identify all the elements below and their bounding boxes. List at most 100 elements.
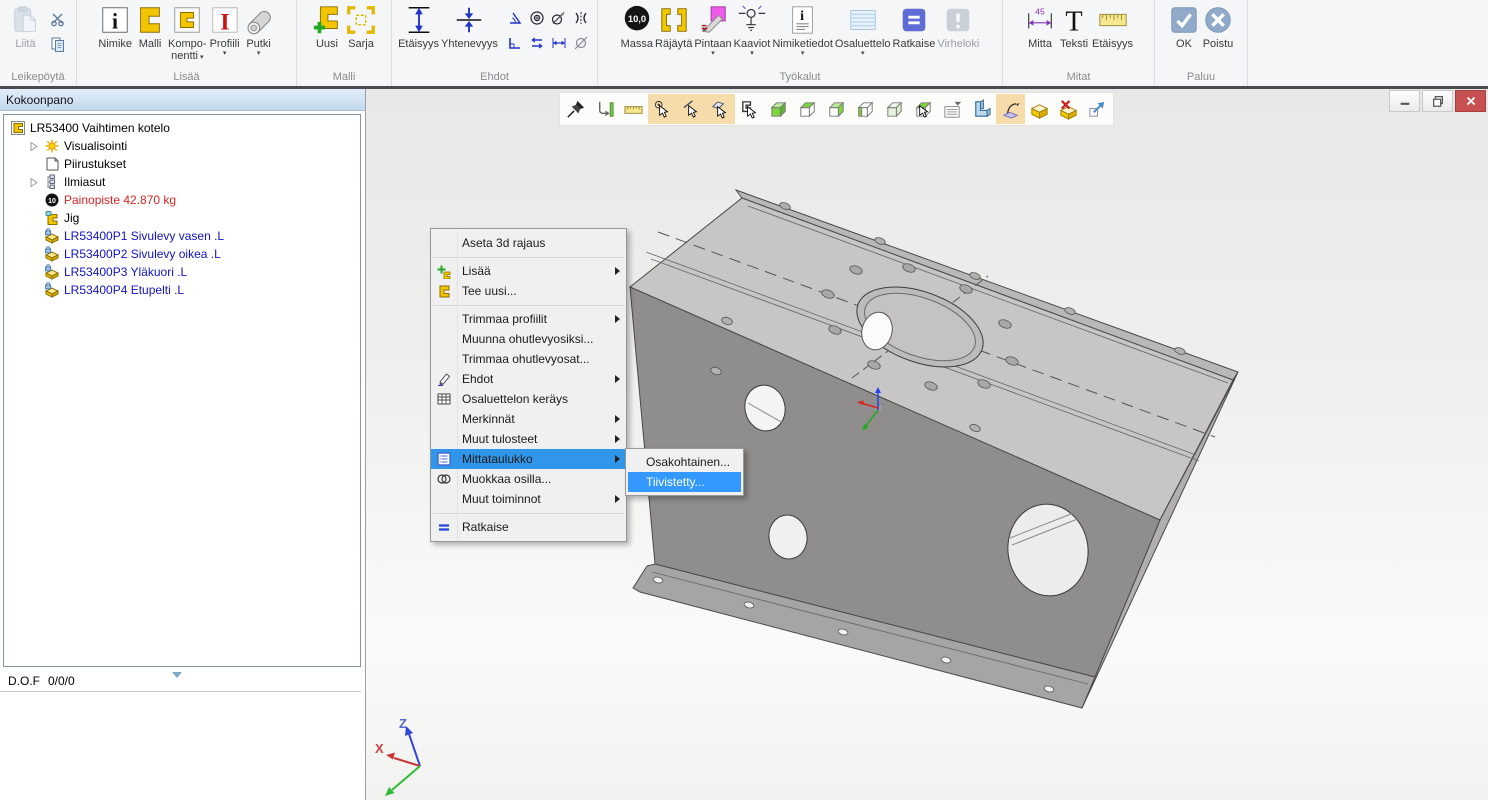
tree-item-lr53400p2-sivulevy-oikea-l[interactable]: LR53400P2 Sivulevy oikea .L bbox=[4, 245, 360, 263]
menu-item-label: Merkinnät bbox=[462, 412, 515, 426]
toolbar-profile-button[interactable] bbox=[967, 94, 996, 124]
tree-item-visualisointi[interactable]: Visualisointi bbox=[4, 137, 360, 155]
menu-item-trimmaa-profiilit[interactable]: Trimmaa profiilit bbox=[431, 309, 626, 329]
ribbon-button-cond-angle-icon[interactable] bbox=[507, 10, 523, 31]
menu-item-merkinn-t[interactable]: Merkinnät bbox=[431, 409, 626, 429]
ribbon-button-et-isyys[interactable]: Etäisyys bbox=[1091, 3, 1134, 51]
dimension-icon: 45 bbox=[1024, 4, 1056, 36]
ribbon-button-cond-symmetry-icon[interactable] bbox=[573, 10, 589, 31]
tree-item-lr53400-vaihtimen-kotelo[interactable]: LR53400 Vaihtimen kotelo bbox=[4, 119, 360, 137]
toolbar-measure-button[interactable] bbox=[619, 94, 648, 124]
menu-item-muut-tulosteet[interactable]: Muut tulosteet bbox=[431, 429, 626, 449]
ruler-icon bbox=[1097, 4, 1129, 36]
tree-item-jig[interactable]: Jig bbox=[4, 209, 360, 227]
ribbon-button-putki[interactable]: Putki▾ bbox=[242, 3, 276, 58]
ribbon-button-pintaan[interactable]: Pintaan▾ bbox=[693, 3, 732, 58]
ribbon-button-massa[interactable]: 10,0Massa bbox=[620, 3, 654, 51]
ribbon-button-poistu[interactable]: Poistu bbox=[1201, 3, 1235, 51]
ribbon-button-et-isyys[interactable]: Etäisyys bbox=[397, 3, 440, 51]
toolbar-select-point-button[interactable] bbox=[648, 94, 677, 124]
toolbar-select-component-button[interactable] bbox=[735, 94, 764, 124]
menu-item-tee-uusi[interactable]: Tee uusi... bbox=[431, 281, 626, 301]
toolbar-drag-handle-button[interactable] bbox=[590, 94, 619, 124]
ribbon-button-cond-free-icon[interactable] bbox=[573, 35, 589, 56]
toolbar-view-cube-left-button[interactable] bbox=[851, 94, 880, 124]
ribbon-button-cond-parallel-icon[interactable] bbox=[529, 35, 545, 56]
ribbon-button-kaaviot[interactable]: Kaaviot▾ bbox=[733, 3, 772, 58]
view-cube-shaded-icon bbox=[884, 99, 905, 120]
submenu-item-osakohtainen[interactable]: Osakohtainen... bbox=[628, 452, 741, 472]
close-button[interactable] bbox=[1455, 90, 1486, 112]
restore-button[interactable] bbox=[1422, 90, 1453, 112]
menu-item-ratkaise[interactable]: Ratkaise bbox=[431, 517, 626, 537]
assembly-icon bbox=[10, 120, 26, 136]
toolbar-view-cube-solid-button[interactable] bbox=[764, 94, 793, 124]
submenu-arrow-icon bbox=[615, 375, 620, 383]
ribbon-button-copy[interactable] bbox=[48, 35, 68, 53]
ribbon-button-cond-concentric-icon[interactable] bbox=[529, 10, 545, 31]
toolbar-export-button[interactable] bbox=[1083, 94, 1112, 124]
ribbon-button-malli[interactable]: Malli bbox=[133, 3, 167, 51]
menu-item-mittataulukko[interactable]: Mittataulukko bbox=[431, 449, 626, 469]
submenu-item-tiivistetty[interactable]: Tiivistetty... bbox=[628, 472, 741, 492]
toolbar-sheet-box-button[interactable] bbox=[1025, 94, 1054, 124]
minimize-button[interactable] bbox=[1389, 90, 1420, 112]
ribbon-button-osaluettelo[interactable]: Osaluettelo▾ bbox=[834, 3, 892, 58]
context-submenu: Osakohtainen...Tiivistetty... bbox=[625, 448, 744, 496]
expand-arrow-icon[interactable] bbox=[27, 178, 40, 187]
svg-text:T: T bbox=[1065, 6, 1082, 36]
ribbon-button-nimiketiedot[interactable]: iNimiketiedot▾ bbox=[771, 3, 834, 58]
submenu-arrow-icon bbox=[615, 435, 620, 443]
dof-statusbar: D.O.F0/0/0 bbox=[0, 670, 361, 692]
ribbon-button-mitta[interactable]: 45Mitta bbox=[1023, 3, 1057, 51]
toolbar-view-cube-shaded-button[interactable] bbox=[880, 94, 909, 124]
toolbar-pin-button[interactable] bbox=[561, 94, 590, 124]
menu-item-muut-toiminnot[interactable]: Muut toiminnot bbox=[431, 489, 626, 509]
tree-item-lr53400p1-sivulevy-vasen-l[interactable]: LR53400P1 Sivulevy vasen .L bbox=[4, 227, 360, 245]
ribbon-button-cut[interactable] bbox=[48, 10, 68, 28]
menu-item-ehdot[interactable]: Ehdot bbox=[431, 369, 626, 389]
select-edge-icon bbox=[681, 99, 702, 120]
menu-item-trimmaa-ohutlevyosat[interactable]: Trimmaa ohutlevyosat... bbox=[431, 349, 626, 369]
toolbar-select-face-button[interactable] bbox=[706, 94, 735, 124]
ribbon-button-kompo-nentti[interactable]: Kompo- nentti▾ bbox=[167, 3, 208, 65]
ribbon-button-cond-distance-icon[interactable] bbox=[551, 35, 567, 56]
toolbar-sheet-box-delete-button[interactable] bbox=[1054, 94, 1083, 124]
ribbon-button-teksti[interactable]: TTeksti bbox=[1057, 3, 1091, 51]
ribbon-button-nimike[interactable]: iNimike bbox=[97, 3, 133, 51]
expand-arrow-icon[interactable] bbox=[27, 142, 40, 151]
exit-icon bbox=[1202, 4, 1234, 36]
ribbon-button-yhtenevyys[interactable]: Yhtenevyys bbox=[440, 3, 499, 51]
ribbon-button-ratkaise[interactable]: Ratkaise bbox=[892, 3, 937, 51]
toolbar-list-dropdown-button[interactable] bbox=[938, 94, 967, 124]
ribbon-button-cond-tangent-icon[interactable] bbox=[551, 10, 567, 31]
tree-item-piirustukset[interactable]: Piirustukset bbox=[4, 155, 360, 173]
toolbar-sheet-bend-button[interactable] bbox=[996, 94, 1025, 124]
menu-item-osaluettelon-ker-ys[interactable]: Osaluettelon keräys bbox=[431, 389, 626, 409]
menu-item-lis[interactable]: Lisää bbox=[431, 261, 626, 281]
tree-item-ilmiasut[interactable]: Ilmiasut bbox=[4, 173, 360, 191]
ribbon-button-ok[interactable]: OK bbox=[1167, 3, 1201, 51]
toolbar-view-cube-select-button[interactable] bbox=[909, 94, 938, 124]
ribbon-button-profiili[interactable]: IProfiili▾ bbox=[208, 3, 242, 58]
ribbon-button-liit[interactable]: Liitä bbox=[9, 3, 43, 51]
ribbon-button-label: Profiili bbox=[210, 38, 240, 50]
menu-item-aseta-3d-rajaus[interactable]: Aseta 3d rajaus bbox=[431, 233, 626, 253]
menu-item-muokkaa-osilla[interactable]: Muokkaa osilla... bbox=[431, 469, 626, 489]
tree-item-painopiste-42-870-kg[interactable]: 10Painopiste 42.870 kg bbox=[4, 191, 360, 209]
toolbar-view-cube-right-button[interactable] bbox=[822, 94, 851, 124]
ribbon-button-virheloki[interactable]: Virheloki bbox=[936, 3, 980, 51]
menu-item-muunna-ohutlevyosiksi[interactable]: Muunna ohutlevyosiksi... bbox=[431, 329, 626, 349]
toolbar-view-cube-top-button[interactable] bbox=[793, 94, 822, 124]
ribbon-button-r-j-yt[interactable]: Räjäytä bbox=[654, 3, 693, 51]
splitter-handle[interactable] bbox=[172, 672, 182, 678]
tree-item-lr53400p4-etupelti-l[interactable]: LR53400P4 Etupelti .L bbox=[4, 281, 360, 299]
ribbon-button-uusi[interactable]: Uusi bbox=[310, 3, 344, 51]
tree-item-lr53400p3-yl-kuori-l[interactable]: LR53400P3 Yläkuori .L bbox=[4, 263, 360, 281]
toolbar-select-edge-button[interactable] bbox=[677, 94, 706, 124]
ribbon-button-label: OK bbox=[1176, 38, 1192, 50]
ribbon-button-cond-perpendicular-icon[interactable] bbox=[507, 35, 523, 56]
ribbon-button-sarja[interactable]: Sarja bbox=[344, 3, 378, 51]
ribbon-button-label: Liitä bbox=[15, 38, 35, 50]
view-cube-solid-icon bbox=[768, 99, 789, 120]
